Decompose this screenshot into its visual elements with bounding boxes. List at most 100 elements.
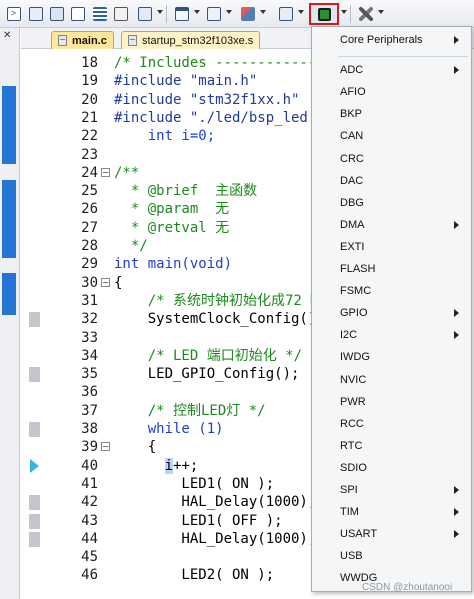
menu-item-flash[interactable]: FLASH [312, 258, 471, 280]
line-number: 44 [81, 530, 98, 547]
menu-item-dma[interactable]: DMA [312, 214, 471, 236]
breakpoint-marker[interactable] [29, 495, 40, 511]
menu-item-i2c[interactable]: I2C [312, 324, 471, 346]
line-number: 40 [81, 457, 98, 474]
menu-item-nvic[interactable]: NVIC [312, 369, 471, 391]
highlighted-token: i [164, 457, 174, 474]
tab-startup-s[interactable]: startup_stm32f103xe.s [121, 31, 261, 49]
menu-item-adc[interactable]: ADC [312, 59, 471, 81]
tab-main-c[interactable]: main.c [51, 31, 114, 49]
menu-item-rtc[interactable]: RTC [312, 435, 471, 457]
code-text: SystemClock_Config(); [114, 311, 325, 328]
submenu-arrow-icon [454, 66, 459, 75]
fold-toggle-icon[interactable]: − [101, 277, 110, 287]
registers-icon [28, 6, 43, 21]
menu-item-rcc[interactable]: RCC [312, 413, 471, 435]
system-viewer-dropdown-arrow[interactable] [341, 10, 347, 14]
fold-toggle-icon[interactable]: − [101, 167, 110, 177]
system-viewer-menu: Core Peripherals ADC AFIO BKP CAN CRC DAC DBG DM… [311, 26, 472, 592]
panel-tab[interactable] [2, 180, 16, 258]
line-number: 37 [81, 402, 98, 419]
panel-tab[interactable] [2, 86, 16, 164]
file-icon [128, 35, 137, 46]
toolbox-button[interactable] [356, 4, 375, 23]
panel-tab[interactable] [2, 273, 16, 315]
line-number: 25 [81, 183, 98, 200]
code-text: while (1) [114, 421, 224, 437]
menu-item-exti[interactable]: EXTI [312, 236, 471, 258]
code-text: * @brief 主函数 [114, 183, 258, 200]
watermark: CSDN @zhoutanooi [362, 582, 453, 593]
trace-dropdown-arrow[interactable] [260, 10, 266, 14]
menu-item-sdio[interactable]: SDIO [312, 457, 471, 479]
line-number: 24 [81, 164, 98, 181]
trace-wave-icon [240, 6, 255, 21]
serial-button[interactable] [172, 4, 191, 23]
breakpoint-marker[interactable] [29, 531, 40, 547]
menu-item-can[interactable]: CAN [312, 125, 471, 147]
menu-item-label: FSMC [340, 285, 372, 298]
code-text: * @retval 无 [114, 219, 230, 236]
debug-toolbar: > [0, 0, 474, 28]
menu-item-core-peripherals[interactable]: Core Peripherals [312, 29, 471, 51]
menu-item-iwdg[interactable]: IWDG [312, 346, 471, 368]
submenu-arrow-icon [454, 36, 459, 44]
line-number: 18 [81, 55, 98, 71]
line-number: 20 [81, 91, 98, 108]
analysis-dropdown-arrow[interactable] [226, 10, 232, 14]
analysis-button[interactable] [204, 4, 223, 23]
menu-item-pwr[interactable]: PWR [312, 391, 471, 413]
system-analyzer-button[interactable] [276, 4, 295, 23]
toolbar-separator [350, 5, 351, 23]
call-stack-button[interactable] [90, 4, 109, 23]
breakpoint-marker[interactable] [29, 312, 40, 328]
menu-item-dac[interactable]: DAC [312, 170, 471, 192]
memory-dropdown-arrow[interactable] [157, 10, 163, 14]
command-window-button[interactable]: > [4, 4, 23, 23]
menu-item-label: EXTI [340, 240, 365, 253]
menu-item-crc[interactable]: CRC [312, 148, 471, 170]
code-text: { [114, 274, 123, 291]
system-viewer-button[interactable] [309, 3, 339, 25]
watch-button[interactable] [111, 4, 130, 23]
line-number: 29 [81, 256, 98, 273]
close-icon[interactable]: ✕ [3, 31, 11, 41]
tab-label: main.c [72, 34, 107, 47]
line-number: 33 [81, 329, 98, 346]
menu-item-label: BKP [340, 108, 363, 121]
menu-item-usb[interactable]: USB [312, 545, 471, 567]
memory-button[interactable] [135, 4, 154, 23]
code-text: int main(void) [114, 256, 233, 273]
line-number: 36 [81, 384, 98, 401]
trace-button[interactable] [238, 4, 257, 23]
trace-icon [206, 6, 221, 21]
breakpoint-marker[interactable] [29, 513, 40, 529]
menu-item-bkp[interactable]: BKP [312, 103, 471, 125]
menu-item-label: IWDG [340, 351, 370, 364]
code-text: LED2( ON ); [114, 567, 275, 584]
system-analyzer-dropdown-arrow[interactable] [298, 10, 304, 14]
menu-item-dbg[interactable]: DBG [312, 192, 471, 214]
registers-button[interactable] [68, 4, 87, 23]
system-viewer-icon [278, 6, 293, 21]
fold-toggle-icon[interactable]: − [101, 442, 110, 452]
menu-item-afio[interactable]: AFIO [312, 81, 471, 103]
menu-item-label: SPI [340, 484, 358, 496]
breakpoint-marker[interactable] [29, 422, 40, 437]
menu-item-usart[interactable]: USART [312, 523, 471, 545]
menu-item-label: RTC [340, 439, 363, 452]
console-icon: > [6, 6, 21, 21]
menu-item-tim[interactable]: TIM [312, 501, 471, 523]
menu-item-spi[interactable]: SPI [312, 479, 471, 501]
serial-dropdown-arrow[interactable] [194, 10, 200, 14]
menu-item-gpio[interactable]: GPIO [312, 302, 471, 324]
menu-item-fsmc[interactable]: FSMC [312, 280, 471, 302]
toolbar-separator [166, 5, 167, 23]
disassembly-button[interactable] [26, 4, 45, 23]
line-number: 32 [81, 311, 98, 328]
toolbox-dropdown-arrow[interactable] [378, 10, 384, 14]
breakpoint-marker[interactable] [29, 367, 40, 383]
symbols-button[interactable] [47, 4, 66, 23]
menu-item-label: DMA [340, 218, 365, 231]
code-text: i++; [114, 457, 198, 475]
